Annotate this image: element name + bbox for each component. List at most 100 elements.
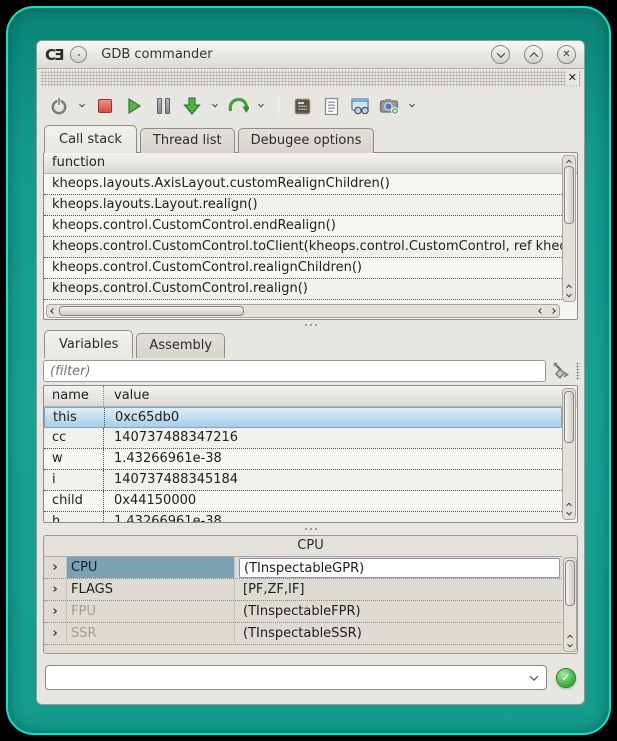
maximize-button[interactable]	[524, 45, 543, 64]
scroll-up-icon[interactable]	[567, 499, 571, 509]
scrollbar-thumb[interactable]	[564, 391, 574, 443]
gdb-commander-window: CƎ GDB commander ✕ ✕	[36, 40, 585, 705]
callstack-column-header[interactable]: function	[44, 153, 577, 174]
variable-row[interactable]: child 0x44150000	[44, 491, 562, 512]
play-icon	[125, 97, 143, 115]
step-into-dropdown[interactable]	[209, 94, 221, 118]
frame-label: kheops.layouts.Layout.realign()	[52, 195, 258, 215]
callstack-horizontal-scrollbar[interactable]	[46, 304, 560, 318]
variable-value: 140737488345184	[104, 470, 562, 490]
scroll-up-icon[interactable]	[567, 156, 571, 166]
watch-expression-button[interactable]	[348, 94, 372, 118]
scrollbar-thumb[interactable]	[564, 166, 574, 224]
variable-row[interactable]: this 0xc65db0	[44, 407, 562, 428]
tab-variables[interactable]: Variables	[44, 330, 133, 358]
cpu-row[interactable]: › SSR (TInspectableSSR)	[44, 623, 562, 645]
expand-icon[interactable]: ›	[44, 623, 66, 644]
variable-name: child	[52, 491, 104, 511]
window-menu-button[interactable]	[70, 46, 87, 63]
callstack-row[interactable]: kheops.control.CustomControl.realignChil…	[44, 258, 562, 279]
power-button[interactable]	[47, 94, 71, 118]
stop-icon	[98, 99, 112, 113]
close-button[interactable]: ✕	[557, 45, 576, 64]
titlebar[interactable]: CƎ GDB commander ✕	[37, 41, 584, 69]
frame-label: kheops.control.CustomControl.realign()	[52, 279, 308, 299]
show-output-button[interactable]	[319, 94, 343, 118]
scroll-down-icon[interactable]	[567, 291, 571, 301]
gdb-command-row: ✓	[45, 665, 576, 690]
chevron-down-icon	[409, 102, 415, 108]
scroll-up-icon[interactable]	[568, 631, 572, 641]
dock-drag-handle[interactable]: ✕	[40, 70, 581, 87]
variables-vertical-scrollbar[interactable]	[562, 388, 576, 520]
scroll-left-icon[interactable]	[47, 309, 59, 313]
pause-button[interactable]	[151, 94, 175, 118]
variables-column-header[interactable]: name value	[44, 386, 577, 407]
scroll-down-icon[interactable]	[568, 641, 572, 651]
callstack-row[interactable]: kheops.control.CustomControl.realign()	[44, 279, 562, 300]
variable-row[interactable]: cc 140737488347216	[44, 428, 562, 449]
scrollbar-thumb[interactable]	[565, 560, 575, 606]
stop-button[interactable]	[93, 94, 117, 118]
cpu-row[interactable]: › FLAGS [PF,ZF,IF]	[44, 579, 562, 601]
clear-filter-button[interactable]	[551, 361, 571, 381]
tab-debugee-options[interactable]: Debugee options	[238, 128, 375, 153]
window-title: GDB commander	[101, 47, 477, 62]
callstack-row[interactable]: kheops.control.CustomControl.endRealign(…	[44, 216, 562, 237]
splitter-handle[interactable]	[37, 320, 584, 330]
register-group-name: SSR	[66, 623, 234, 644]
scroll-down-icon[interactable]	[567, 509, 571, 519]
send-command-button[interactable]: ✓	[556, 668, 576, 688]
scroll-right-icon[interactable]	[547, 309, 559, 313]
variable-row[interactable]: w 1.43266961e-38	[44, 449, 562, 470]
run-button[interactable]	[122, 94, 146, 118]
frame-label: kheops.control.CustomControl.toClient(kh…	[52, 237, 562, 257]
size-grip[interactable]	[576, 362, 580, 380]
scrollbar-thumb[interactable]	[59, 306, 244, 316]
step-over-dropdown[interactable]	[255, 94, 267, 118]
shade-button[interactable]	[491, 45, 510, 64]
gdb-command-combobox[interactable]	[45, 665, 547, 690]
register-group-value[interactable]: (TInspectableGPR)	[234, 557, 562, 578]
chevron-up-icon	[529, 52, 537, 60]
dock-close-button[interactable]: ✕	[566, 70, 579, 85]
variables-rows: this 0xc65db0 cc 140737488347216 w 1.432…	[44, 407, 562, 522]
tab-thread-list[interactable]: Thread list	[140, 128, 235, 153]
snapshot-dropdown[interactable]	[406, 94, 418, 118]
step-over-button[interactable]	[226, 94, 250, 118]
chevron-down-icon	[258, 102, 264, 108]
broom-icon	[551, 361, 571, 381]
expand-icon[interactable]: ›	[44, 557, 66, 578]
variable-row[interactable]: i 140737488345184	[44, 470, 562, 491]
expand-icon[interactable]: ›	[44, 579, 66, 600]
variable-row[interactable]: h 1.43266961e-38	[44, 512, 562, 523]
power-dropdown[interactable]	[76, 94, 88, 118]
snapshot-button[interactable]	[377, 94, 401, 118]
show-cpu-button[interactable]	[290, 94, 314, 118]
scroll-left-icon[interactable]	[535, 309, 547, 313]
scroll-up-icon[interactable]	[567, 281, 571, 291]
chevron-down-icon	[496, 49, 504, 57]
tab-call-stack[interactable]: Call stack	[44, 125, 137, 153]
cpu-row[interactable]: › FPU (TInspectableFPR)	[44, 601, 562, 623]
splitter-handle[interactable]	[37, 523, 584, 535]
cpu-row[interactable]: › CPU (TInspectableGPR)	[44, 557, 562, 579]
callstack-row[interactable]: kheops.layouts.AxisLayout.customRealignC…	[44, 174, 562, 195]
function-column-label: function	[52, 153, 105, 173]
value-editor[interactable]: (TInspectableGPR)	[239, 558, 560, 578]
variable-value: 0x44150000	[104, 491, 562, 511]
callstack-row[interactable]: kheops.control.CustomControl.toClient(kh…	[44, 237, 562, 258]
step-into-button[interactable]	[180, 94, 204, 118]
callstack-row[interactable]: kheops.layouts.Layout.realign()	[44, 195, 562, 216]
variable-value: 140737488347216	[104, 428, 562, 448]
callstack-rows: kheops.layouts.AxisLayout.customRealignC…	[44, 174, 562, 303]
frame-label: kheops.layouts.AxisLayout.customRealignC…	[52, 174, 390, 194]
tab-assembly[interactable]: Assembly	[136, 333, 225, 358]
register-group-name: FLAGS	[66, 579, 234, 600]
variable-name: this	[53, 408, 105, 427]
callstack-vertical-scrollbar[interactable]	[562, 155, 576, 302]
filter-input[interactable]	[43, 360, 546, 382]
variable-value: 1.43266961e-38	[104, 449, 562, 469]
expand-icon[interactable]: ›	[44, 601, 66, 622]
cpu-vertical-scrollbar[interactable]	[563, 557, 577, 652]
